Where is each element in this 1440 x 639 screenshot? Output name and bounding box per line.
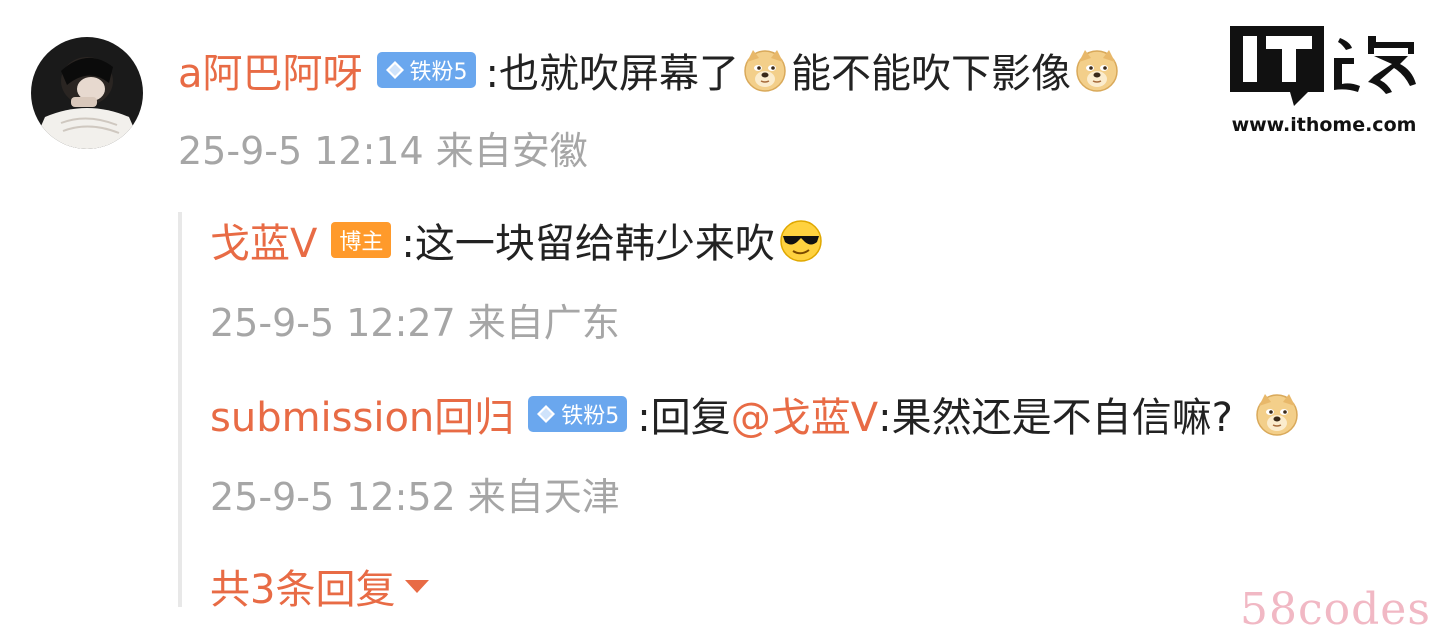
main-comment-text-1: :也就吹屏幕了 [485,51,739,97]
caret-down-icon [405,579,430,593]
reply-meta: 25-9-5 12:27 来自广东 [210,301,620,345]
doge-emoji-icon [744,50,786,92]
fan-badge-label: 铁粉5 [561,404,620,429]
avatar-image [31,37,143,149]
doge-emoji-icon [1256,394,1298,436]
blogger-badge: 博主 [331,222,392,258]
fan-badge-label: 铁粉5 [409,60,468,85]
main-comment-line: a阿巴阿呀 铁粉5 :也就吹屏幕了 能不能吹下影像 [178,42,1123,98]
main-comment-text-2: 能不能吹下影像 [791,51,1071,97]
more-replies-link[interactable]: 共3条回复 [210,560,430,613]
main-comment-meta: 25-9-5 12:14 来自安徽 [178,129,588,173]
fan-level-badge[interactable]: 铁粉5 [528,396,628,432]
more-replies-label: 共3条回复 [210,567,396,613]
doge-emoji-icon [1076,50,1118,92]
reply-meta: 25-9-5 12:52 来自天津 [210,475,620,519]
main-comment-username[interactable]: a阿巴阿呀 [178,41,363,99]
reply-line: submission回归 铁粉5 :回复 @戈蓝V :果然还是不自信嘛? [210,386,1303,442]
reply-text: :这一块留给韩少来吹 [401,221,775,267]
reply-username[interactable]: 戈蓝V [210,211,317,269]
sunglasses-emoji-icon [780,220,822,262]
diamond-icon [385,61,404,79]
reply-text-prefix: :回复 [637,395,731,441]
reply-username[interactable]: submission回归 [210,385,514,443]
reply-thread-line [178,212,182,607]
ithome-url: www.ithome.com [1231,114,1417,136]
watermark-text: 58codes [1240,584,1431,635]
avatar[interactable] [31,37,143,149]
reply-text-suffix: :果然还是不自信嘛? [878,395,1233,441]
reply-line: 戈蓝V 博主 :这一块留给韩少来吹 [210,212,827,268]
diamond-icon [537,405,556,423]
fan-level-badge[interactable]: 铁粉5 [376,52,476,88]
reply-mention-link[interactable]: @戈蓝V [731,385,878,443]
